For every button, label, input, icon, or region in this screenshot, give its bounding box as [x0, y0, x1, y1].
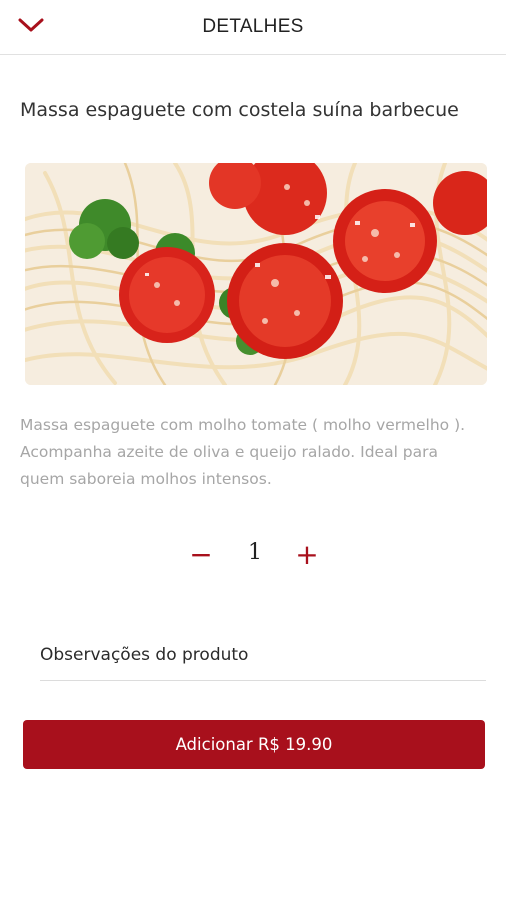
increase-quantity-button[interactable]: +: [292, 540, 322, 570]
product-image: [25, 163, 487, 385]
quantity-value: 1: [248, 540, 262, 565]
decrease-quantity-button[interactable]: −: [186, 540, 216, 570]
quantity-stepper: − 1 +: [180, 536, 330, 576]
product-observations-input[interactable]: [40, 630, 486, 681]
page-title: DETALHES: [202, 16, 304, 37]
add-to-cart-button[interactable]: Adicionar R$ 19.90: [23, 720, 485, 769]
header-bar: DETALHES: [0, 0, 506, 55]
add-to-cart-label: Adicionar R$ 19.90: [175, 735, 333, 754]
product-description: Massa espaguete com molho tomate ( molho…: [20, 416, 466, 488]
product-name: Massa espaguete com costela suína barbec…: [20, 99, 459, 121]
